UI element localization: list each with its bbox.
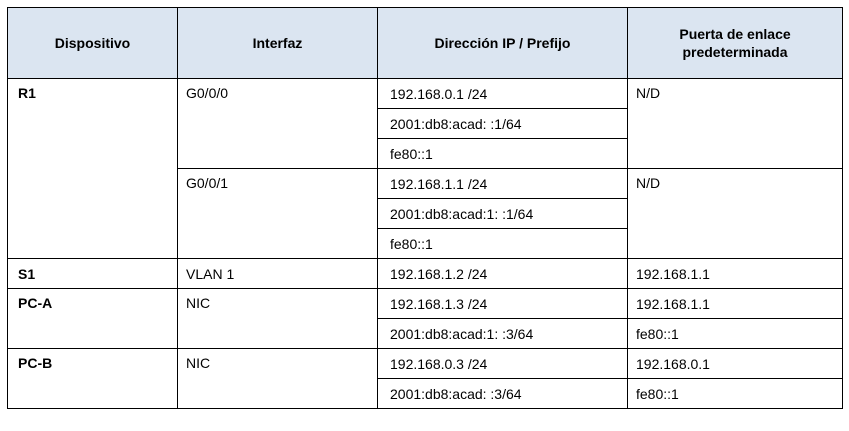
ipv6-cell: 2001:db8:acad:1: :1/64: [377, 198, 628, 229]
ipv4-cell: 192.168.0.3 /24: [377, 348, 628, 379]
device-cell-pca: PC-A: [7, 288, 178, 349]
link-local-cell: fe80::1: [377, 228, 628, 259]
device-cell-s1: S1: [7, 258, 178, 289]
gateway-cell: 192.168.1.1: [627, 288, 843, 319]
gateway-cell: fe80::1: [627, 318, 843, 349]
device-cell-pcb: PC-B: [7, 348, 178, 409]
ipv6-cell: 2001:db8:acad: :3/64: [377, 378, 628, 409]
ipv4-cell: 192.168.1.1 /24: [377, 168, 628, 199]
table-row: S1 VLAN 1 192.168.1.2 /24 192.168.1.1: [7, 258, 843, 289]
ipv4-cell: 192.168.1.2 /24: [377, 258, 628, 289]
ipv6-cell: 2001:db8:acad: :1/64: [377, 108, 628, 139]
header-gateway-line1: Puerta de enlace: [679, 26, 791, 42]
interface-cell-nic: NIC: [177, 348, 378, 409]
gateway-cell: 192.168.0.1: [627, 348, 843, 379]
table-row: R1 G0/0/0 192.168.0.1 /24 N/D: [7, 78, 843, 259]
link-local-cell: fe80::1: [377, 138, 628, 169]
header-interface: Interfaz: [177, 7, 378, 79]
ipv4-cell: 192.168.1.3 /24: [377, 288, 628, 319]
table-row: PC-A NIC 192.168.1.3 /24 192.168.1.1: [7, 288, 843, 349]
interface-cell-nic: NIC: [177, 288, 378, 349]
gateway-cell: N/D: [627, 78, 843, 169]
interface-cell-vlan1: VLAN 1: [177, 258, 378, 289]
header-default-gateway: Puerta de enlace predeterminada: [627, 7, 843, 79]
interface-cell-g000: G0/0/0: [177, 78, 378, 169]
interface-cell-g001: G0/0/1: [177, 168, 378, 259]
table-row: PC-B NIC 192.168.0.3 /24 192.168.0.1: [7, 348, 843, 409]
header-device: Dispositivo: [7, 7, 178, 79]
ipv4-cell: 192.168.0.1 /24: [377, 78, 628, 109]
table-header-row: Dispositivo Interfaz Dirección IP / Pref…: [7, 7, 843, 79]
gateway-cell: N/D: [627, 168, 843, 259]
device-cell-r1: R1: [7, 78, 178, 259]
gateway-cell: 192.168.1.1: [627, 258, 843, 289]
gateway-cell: fe80::1: [627, 378, 843, 409]
header-gateway-line2: predeterminada: [682, 44, 788, 60]
header-ip-prefix: Dirección IP / Prefijo: [377, 7, 628, 79]
ipv6-cell: 2001:db8:acad:1: :3/64: [377, 318, 628, 349]
addressing-table: Dispositivo Interfaz Dirección IP / Pref…: [7, 7, 843, 409]
